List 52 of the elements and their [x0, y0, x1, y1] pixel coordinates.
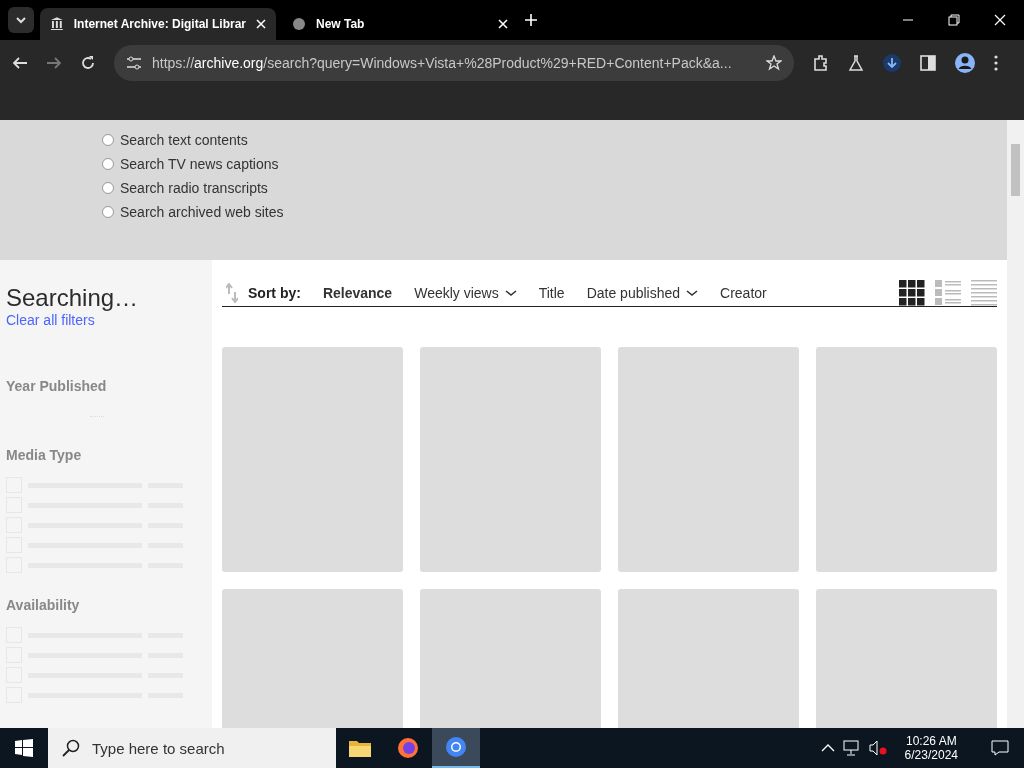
network-icon[interactable] — [842, 740, 861, 756]
clock[interactable]: 10:26 AM 6/23/2024 — [894, 734, 968, 762]
taskbar-search-field[interactable]: Type here to search — [48, 728, 336, 768]
clear-filters-link[interactable]: Clear all filters — [6, 312, 206, 328]
search-placeholder: Type here to search — [92, 739, 225, 757]
sort-label: Sort by: — [248, 285, 301, 301]
sort-icon — [226, 283, 238, 303]
browser-tab[interactable]: Internet Archive: Digital Librar — [40, 8, 276, 40]
tab-title: New Tab — [316, 17, 366, 31]
facet-title: Media Type — [6, 447, 83, 463]
address-bar[interactable]: https://archive.org/search?query=Windows+Vista+%28Product%29+RED+Content+Pack&a... — [114, 45, 794, 81]
url-text: https://archive.org/search?query=Windows+Vista+%28Product%29+RED+Content+Pack&a... — [152, 55, 733, 71]
radio-option[interactable]: Search archived web sites — [102, 204, 1007, 220]
browser-tab[interactable]: New Tab — [282, 8, 518, 40]
facet-title: Year Published — [6, 378, 108, 394]
new-tab-icon[interactable] — [524, 13, 538, 27]
side-panel-icon[interactable] — [920, 55, 936, 71]
chrome-icon[interactable] — [432, 728, 480, 768]
sort-option[interactable]: Title — [538, 285, 565, 301]
close-icon[interactable] — [994, 14, 1006, 26]
close-icon[interactable] — [256, 19, 266, 29]
reload-icon[interactable] — [80, 55, 96, 71]
globe-icon — [292, 17, 306, 31]
tab-search-button[interactable] — [8, 7, 34, 33]
sort-option[interactable]: Date published — [586, 285, 699, 301]
star-icon[interactable] — [766, 55, 782, 71]
museum-icon — [50, 17, 64, 31]
sort-option[interactable]: Weekly views — [414, 285, 517, 301]
radio-option[interactable]: Search text contents — [102, 132, 1007, 148]
chevron-up-icon[interactable] — [820, 743, 835, 753]
search-status: Searching… — [6, 284, 140, 312]
sort-option[interactable]: Creator — [720, 285, 767, 301]
download-icon[interactable] — [882, 53, 902, 73]
profile-icon[interactable] — [954, 52, 976, 74]
sort-option[interactable]: Relevance — [322, 285, 393, 301]
scrollbar[interactable] — [1007, 120, 1024, 728]
muted-speaker-icon[interactable] — [868, 740, 887, 756]
search-icon — [62, 739, 80, 757]
radio-option[interactable]: Search TV news captions — [102, 156, 1007, 172]
flask-icon[interactable] — [848, 55, 864, 71]
back-icon[interactable] — [12, 55, 28, 71]
forward-icon[interactable] — [46, 55, 62, 71]
site-settings-icon — [126, 56, 142, 70]
chevron-down-icon — [15, 16, 27, 24]
restore-icon[interactable] — [948, 14, 960, 26]
menu-icon[interactable] — [994, 55, 998, 71]
close-icon[interactable] — [498, 19, 508, 29]
facet-title: Availability — [6, 597, 81, 613]
grid-view-icon[interactable] — [899, 280, 925, 306]
radio-option[interactable]: Search radio transcripts — [102, 180, 1007, 196]
extensions-icon[interactable] — [812, 54, 830, 72]
tab-title: Internet Archive: Digital Librar — [73, 17, 246, 31]
